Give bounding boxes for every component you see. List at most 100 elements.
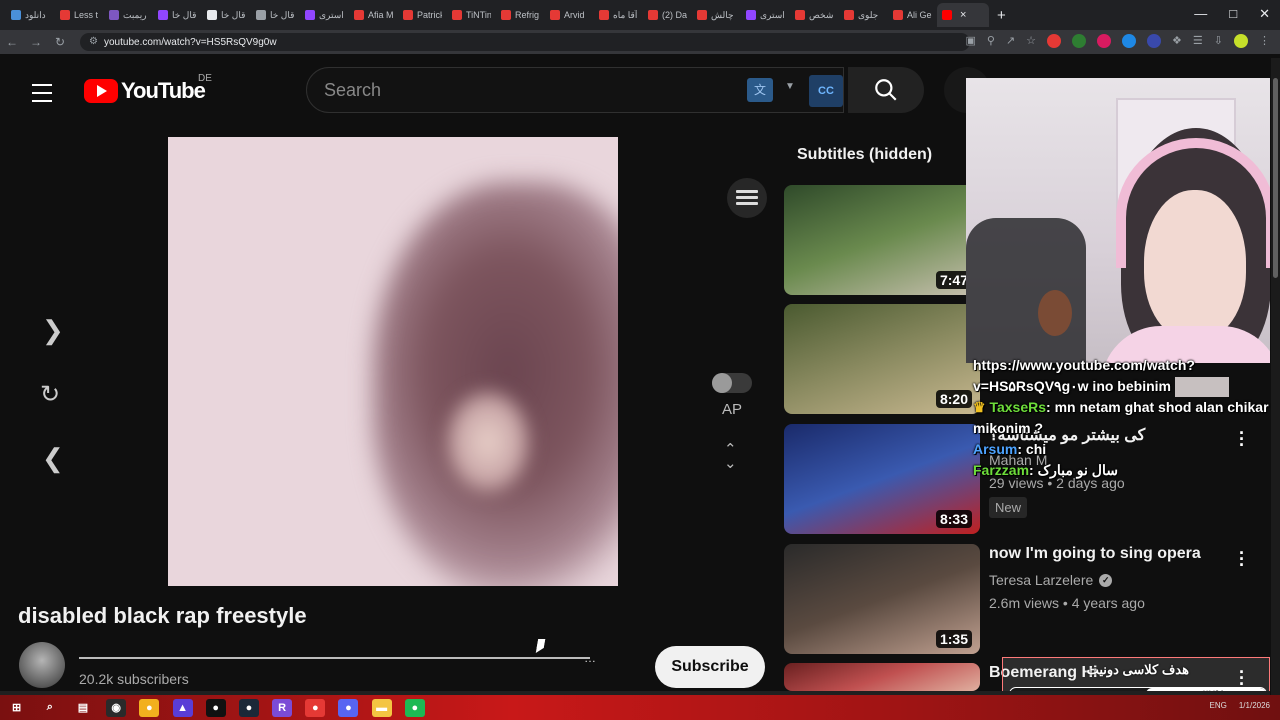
recommendation-meta: 2.6m views • 4 years ago xyxy=(989,595,1145,611)
tab-label: آقا ماه xyxy=(613,9,638,20)
recommendation-thumbnail[interactable]: 1:35 xyxy=(784,544,980,654)
browser-tab[interactable]: قال خا xyxy=(251,3,300,27)
tab-label: Patrick xyxy=(417,10,442,20)
browser-tab[interactable]: قال خا xyxy=(202,3,251,27)
browser-tab[interactable]: Patrick xyxy=(398,3,447,27)
extension-icon[interactable] xyxy=(1047,34,1062,48)
profile-avatar[interactable] xyxy=(1234,34,1248,48)
github-icon[interactable]: ● xyxy=(205,698,226,717)
extensions-puzzle-icon[interactable]: ❖ xyxy=(1172,34,1182,48)
install-icon[interactable]: ▣ xyxy=(965,34,975,48)
browser-tab[interactable]: Arvid xyxy=(545,3,594,27)
browser-tab[interactable]: جلوی xyxy=(839,3,888,27)
browser-tab[interactable]: قال خا xyxy=(153,3,202,27)
youtube-logo[interactable]: YouTube DE xyxy=(84,73,212,104)
recommendation-thumbnail[interactable]: 7:47 xyxy=(784,185,980,295)
close-tab-icon[interactable]: × xyxy=(960,9,966,21)
zoom-icon[interactable]: ⚲ xyxy=(987,34,995,48)
vpn-icon[interactable]: ▲ xyxy=(172,698,193,717)
expand-collapse-icon[interactable]: ⌃ ⌄ xyxy=(724,442,737,471)
active-browser-tab[interactable]: × xyxy=(937,3,989,27)
browser-tab[interactable]: Refrig xyxy=(496,3,545,27)
more-options-icon[interactable]: … xyxy=(584,651,596,665)
more-actions-icon[interactable]: · · · xyxy=(1238,544,1246,574)
record-icon[interactable]: ● xyxy=(305,698,326,717)
extension-icon[interactable] xyxy=(1072,34,1087,48)
browser-tab[interactable]: (2) Da xyxy=(643,3,692,27)
start-icon[interactable]: ⊞ xyxy=(7,699,27,717)
tray-language[interactable]: ENG xyxy=(1210,701,1227,710)
steam-icon[interactable]: ● xyxy=(238,698,259,717)
extension-icon[interactable] xyxy=(1122,34,1137,48)
previous-video-icon[interactable]: ❮ xyxy=(42,443,64,474)
chrome-icon[interactable]: ● xyxy=(139,698,160,717)
browser-tab[interactable]: استری xyxy=(300,3,349,27)
r-app-icon[interactable]: R xyxy=(272,698,293,717)
recommendation-title[interactable]: now I'm going to sing opera xyxy=(989,545,1201,563)
channel-avatar[interactable] xyxy=(19,642,65,688)
search-box: 文 ▼ CC xyxy=(306,67,844,113)
spotify-icon[interactable]: ● xyxy=(404,698,425,717)
chevron-down-icon[interactable]: ▼ xyxy=(785,81,795,92)
recommendation-thumbnail[interactable]: 8:20 xyxy=(784,304,980,414)
browser-tab[interactable]: چالش xyxy=(692,3,741,27)
tab-favicon-icon xyxy=(648,10,658,20)
task-view-icon[interactable]: ▤ xyxy=(73,699,93,717)
browser-tab[interactable]: Afia M xyxy=(349,3,398,27)
reload-icon[interactable]: ↻ xyxy=(48,35,72,49)
translate-keyboard-icon[interactable]: 文 xyxy=(747,78,773,102)
video-progress-bar[interactable] xyxy=(79,657,590,659)
bookmark-icon[interactable]: ☆ xyxy=(1026,34,1036,48)
browser-tab[interactable]: استری xyxy=(741,3,790,27)
browser-menu-icon[interactable]: ⋮ xyxy=(1259,34,1270,48)
browser-tab[interactable]: ریمبت xyxy=(104,3,153,27)
tab-search-icon[interactable]: ☰ xyxy=(1193,34,1203,48)
chat-message: Farzzam: سال نو مبارک xyxy=(973,462,1118,479)
browser-tab[interactable]: Less t xyxy=(55,3,104,27)
tray-date[interactable]: 1/1/2026 xyxy=(1239,701,1270,710)
forward-icon[interactable]: → xyxy=(24,35,48,49)
search-icon[interactable]: ⌕ xyxy=(40,699,60,717)
video-player[interactable] xyxy=(168,137,618,586)
subtitles-heading[interactable]: Subtitles (hidden) xyxy=(797,146,932,164)
scrollbar-thumb[interactable] xyxy=(1273,78,1278,278)
tab-label: TiNTin xyxy=(466,10,491,20)
guide-menu-icon[interactable] xyxy=(32,84,52,108)
folder-icon[interactable]: ▬ xyxy=(371,698,392,717)
tab-favicon-icon xyxy=(354,10,364,20)
close-window-icon[interactable]: ✕ xyxy=(1259,6,1270,22)
minimize-icon[interactable]: — xyxy=(1194,6,1207,22)
discord-icon[interactable]: ● xyxy=(338,698,359,717)
maximize-icon[interactable]: □ xyxy=(1229,6,1237,22)
extension-icon[interactable] xyxy=(1147,34,1162,48)
tab-label: قال خا xyxy=(270,9,295,20)
browser-tab[interactable]: شخص xyxy=(790,3,839,27)
tab-label: Afia M xyxy=(368,10,393,20)
downloads-icon[interactable]: ⇩ xyxy=(1214,34,1223,48)
recommendation-channel[interactable]: Teresa Larzelere ✓ xyxy=(989,572,1113,588)
replay-icon[interactable]: ↻ xyxy=(40,380,60,409)
browser-tab[interactable]: دانلود xyxy=(6,3,55,27)
subscribe-button[interactable]: Subscribe xyxy=(655,646,765,688)
new-tab-icon[interactable]: + xyxy=(997,7,1006,24)
next-video-icon[interactable]: ❯ xyxy=(42,315,64,346)
recommendation-thumbnail[interactable] xyxy=(784,663,980,691)
browser-tab[interactable]: Ali Ge xyxy=(888,3,937,27)
tab-favicon-icon xyxy=(697,10,707,20)
page-scrollbar[interactable] xyxy=(1271,58,1280,695)
url-field[interactable]: ⚙ youtube.com/watch?v=HS5RsQV9g0w xyxy=(80,33,970,51)
browser-tab[interactable]: آقا ماه xyxy=(594,3,643,27)
site-info-icon[interactable]: ⚙ xyxy=(89,36,98,47)
crown-icon: ♛ xyxy=(973,399,986,416)
share-icon[interactable]: ↗ xyxy=(1006,34,1015,48)
search-button[interactable] xyxy=(848,67,924,113)
search-input[interactable] xyxy=(324,79,724,101)
recommendation-thumbnail[interactable]: 8:33 xyxy=(784,424,980,534)
extension-icon[interactable] xyxy=(1097,34,1112,48)
back-icon[interactable]: ← xyxy=(0,35,24,49)
playlist-menu-button[interactable] xyxy=(727,178,767,218)
obs-icon[interactable]: ◉ xyxy=(106,698,127,717)
autoplay-toggle[interactable] xyxy=(712,373,752,393)
subtitle-search-icon[interactable]: CC xyxy=(809,75,843,107)
browser-tab[interactable]: TiNTin xyxy=(447,3,496,27)
